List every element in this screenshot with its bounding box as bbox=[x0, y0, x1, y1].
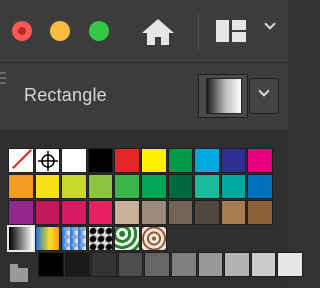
none-swatch[interactable] bbox=[8, 148, 34, 173]
object-type-label: Rectangle bbox=[24, 85, 107, 105]
color-swatch[interactable] bbox=[61, 200, 87, 225]
registration-swatch[interactable] bbox=[34, 148, 61, 173]
color-swatch[interactable] bbox=[141, 174, 167, 199]
gray-swatch[interactable] bbox=[224, 252, 250, 277]
pattern-swatch-paisley[interactable] bbox=[141, 226, 167, 251]
panel-grip bbox=[0, 82, 6, 84]
color-swatch[interactable] bbox=[141, 148, 167, 173]
color-swatch[interactable] bbox=[247, 200, 273, 225]
gradient-swatch-blue-transparent[interactable] bbox=[61, 226, 87, 251]
color-swatch[interactable] bbox=[247, 148, 273, 173]
color-swatch[interactable] bbox=[87, 174, 114, 199]
zoom-window-button[interactable] bbox=[89, 21, 109, 41]
gray-swatch[interactable] bbox=[144, 252, 170, 277]
gray-swatch[interactable] bbox=[117, 252, 144, 277]
color-swatch[interactable] bbox=[220, 148, 247, 173]
color-swatch[interactable] bbox=[61, 174, 87, 199]
workspace-layout-icon[interactable] bbox=[215, 19, 247, 43]
color-swatch[interactable] bbox=[61, 148, 87, 173]
color-swatch[interactable] bbox=[167, 148, 194, 173]
color-swatch[interactable] bbox=[167, 174, 194, 199]
color-swatch[interactable] bbox=[114, 200, 140, 225]
panel-grip bbox=[0, 77, 6, 79]
color-swatch[interactable] bbox=[87, 200, 114, 225]
color-swatch[interactable] bbox=[87, 148, 114, 173]
color-swatch[interactable] bbox=[247, 174, 273, 199]
gradient-swatch-orange-yellow[interactable] bbox=[34, 226, 61, 251]
color-swatch[interactable] bbox=[34, 200, 61, 225]
gradient-swatch-selected[interactable] bbox=[7, 225, 35, 252]
color-swatch[interactable] bbox=[8, 200, 34, 225]
pattern-swatch-foliage[interactable] bbox=[114, 226, 140, 251]
color-swatch[interactable] bbox=[114, 174, 140, 199]
color-swatch[interactable] bbox=[114, 148, 140, 173]
color-swatch[interactable] bbox=[167, 200, 194, 225]
registration-icon bbox=[37, 151, 58, 171]
gray-swatch[interactable] bbox=[64, 252, 91, 277]
gray-swatch[interactable] bbox=[250, 252, 277, 277]
color-swatch[interactable] bbox=[194, 200, 220, 225]
swatch-folder-icon[interactable] bbox=[10, 264, 28, 282]
color-swatch[interactable] bbox=[220, 174, 247, 199]
home-icon[interactable] bbox=[140, 17, 176, 47]
close-window-button[interactable] bbox=[12, 21, 32, 41]
toolbar-divider bbox=[198, 14, 199, 50]
gray-swatch[interactable] bbox=[91, 252, 117, 277]
color-swatch[interactable] bbox=[220, 200, 247, 225]
gradient-swatch bbox=[206, 78, 242, 114]
color-swatch[interactable] bbox=[8, 174, 34, 199]
gray-swatch[interactable] bbox=[171, 252, 197, 277]
gradient-swatch-radial-black[interactable] bbox=[87, 226, 114, 251]
color-swatch[interactable] bbox=[141, 200, 167, 225]
panel-grip[interactable] bbox=[0, 72, 6, 74]
gray-swatch[interactable] bbox=[277, 252, 303, 277]
minimize-window-button[interactable] bbox=[50, 21, 70, 41]
color-swatch[interactable] bbox=[194, 148, 220, 173]
color-swatch[interactable] bbox=[34, 174, 61, 199]
gray-swatch[interactable] bbox=[38, 252, 64, 277]
gray-swatch[interactable] bbox=[197, 252, 224, 277]
color-swatch[interactable] bbox=[194, 174, 220, 199]
